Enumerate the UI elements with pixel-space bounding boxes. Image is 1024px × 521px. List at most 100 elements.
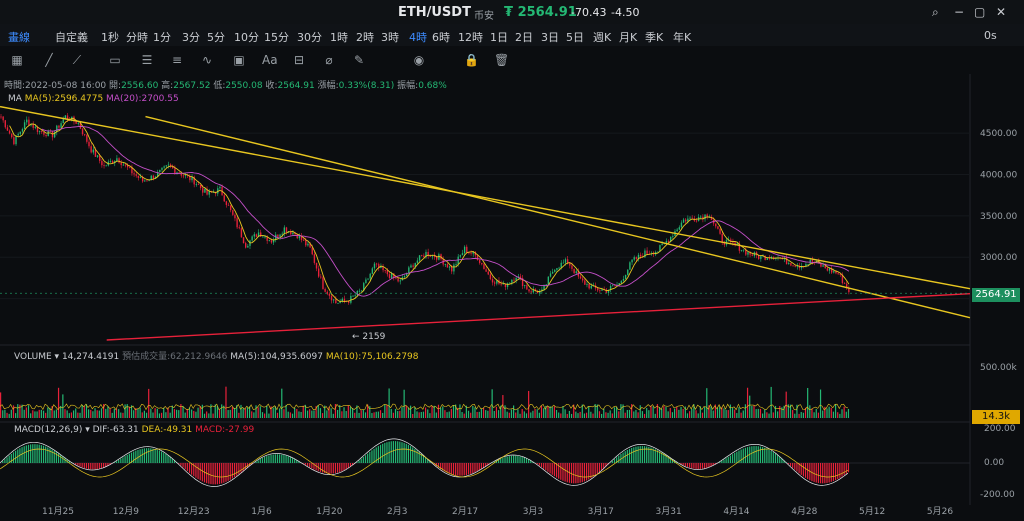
volume-bar — [251, 411, 253, 418]
macd-bar — [459, 463, 461, 476]
candle-body — [629, 262, 631, 270]
macd-bar — [156, 449, 158, 463]
volume-bar — [766, 412, 768, 418]
candle-body — [491, 279, 494, 283]
volume-bar — [105, 408, 107, 418]
volume-bar — [555, 409, 558, 418]
macd-bar — [839, 463, 841, 478]
volume-bar — [706, 388, 708, 418]
volume-bar — [347, 405, 349, 418]
volume-bar — [759, 408, 762, 418]
x-tick-label: 1月20 — [316, 506, 342, 517]
volume-bar — [515, 412, 517, 418]
candle-body — [571, 265, 573, 269]
volume-bar — [412, 413, 414, 418]
volume-bar — [588, 406, 590, 418]
candle-body — [509, 282, 511, 284]
candle-body — [373, 263, 376, 269]
macd-bar — [397, 441, 399, 463]
volume-bar — [510, 409, 513, 418]
candle-body — [317, 268, 320, 277]
macd-bar — [94, 463, 96, 470]
macd-bar — [813, 463, 815, 482]
volume-bar — [641, 411, 643, 418]
volume-bar — [401, 407, 403, 418]
volume-bar — [740, 412, 742, 418]
candle-body — [403, 275, 406, 278]
volume-bar — [40, 409, 42, 418]
candle-body — [144, 180, 146, 182]
macd-bar — [817, 463, 820, 484]
volume-bar — [289, 412, 291, 418]
macd-bar — [631, 447, 633, 463]
macd-bar — [519, 456, 521, 463]
candle-body — [333, 299, 335, 301]
volume-bar — [779, 405, 781, 418]
candle-body — [21, 129, 24, 132]
volume-bar — [761, 413, 764, 418]
candle-body — [279, 234, 281, 237]
macd-bar — [401, 442, 403, 463]
volume-bar — [847, 408, 850, 418]
volume-legend: VOLUME ▾ 14,274.4191 預估成交量:62,212.9646 M… — [14, 352, 419, 362]
macd-bar — [339, 463, 341, 473]
macd-bar — [804, 463, 807, 478]
macd-bar — [407, 444, 410, 463]
macd-bar — [77, 463, 79, 466]
volume-bar — [199, 406, 201, 418]
candle-body — [478, 259, 481, 263]
volume-bar — [828, 406, 830, 418]
volume-bar — [605, 412, 607, 418]
volume-bar — [77, 412, 79, 418]
macd-bar — [832, 463, 835, 482]
volume-bar — [27, 405, 30, 418]
macd-bar — [515, 455, 517, 463]
candle-body — [661, 243, 663, 246]
volume-bar — [558, 412, 560, 418]
macd-bar — [682, 463, 684, 466]
x-tick-label: 3月31 — [656, 506, 682, 517]
volume-bar — [225, 386, 227, 418]
volume-bar — [294, 407, 296, 418]
price-chart[interactable]: 4500.004000.003500.003000.002500.0011月25… — [0, 0, 1024, 521]
macd-bar — [362, 457, 364, 463]
volume-bar — [79, 412, 81, 418]
volume-bar — [364, 412, 367, 418]
macd-bar — [40, 445, 42, 463]
macd-bar — [257, 460, 259, 463]
volume-bar — [6, 412, 8, 418]
macd-bar — [15, 450, 17, 463]
volume-bar — [120, 412, 122, 418]
volume-bar — [442, 406, 444, 418]
candle-body — [685, 219, 687, 222]
volume-bar — [386, 404, 388, 418]
volume-bar — [42, 410, 45, 418]
macd-bar — [332, 463, 334, 474]
volume-bar — [618, 411, 620, 418]
macd-bar — [729, 455, 731, 463]
volume-bar — [616, 406, 618, 418]
macd-bar — [394, 441, 397, 463]
macd-bar — [482, 463, 485, 468]
volume-bar — [689, 411, 691, 418]
candle-body — [199, 184, 202, 189]
macd-bar — [547, 463, 549, 472]
macd-bar — [45, 446, 47, 463]
candle-body — [247, 245, 249, 248]
volume-bar — [712, 410, 714, 418]
macd-bar — [455, 463, 457, 476]
macd-bar — [573, 463, 575, 484]
candle-body — [2, 116, 4, 121]
volume-bar — [489, 407, 491, 418]
macd-bar — [536, 463, 538, 465]
macd-bar — [697, 463, 699, 469]
macd-bar — [360, 458, 362, 463]
macd-bar — [330, 463, 332, 474]
macd-bar — [802, 463, 804, 477]
macd-bar — [118, 459, 120, 463]
volume-bar — [583, 413, 586, 418]
candle-body — [270, 240, 273, 243]
volume-bar — [330, 408, 332, 418]
macd-bar — [133, 451, 135, 463]
candle-body — [283, 227, 286, 234]
